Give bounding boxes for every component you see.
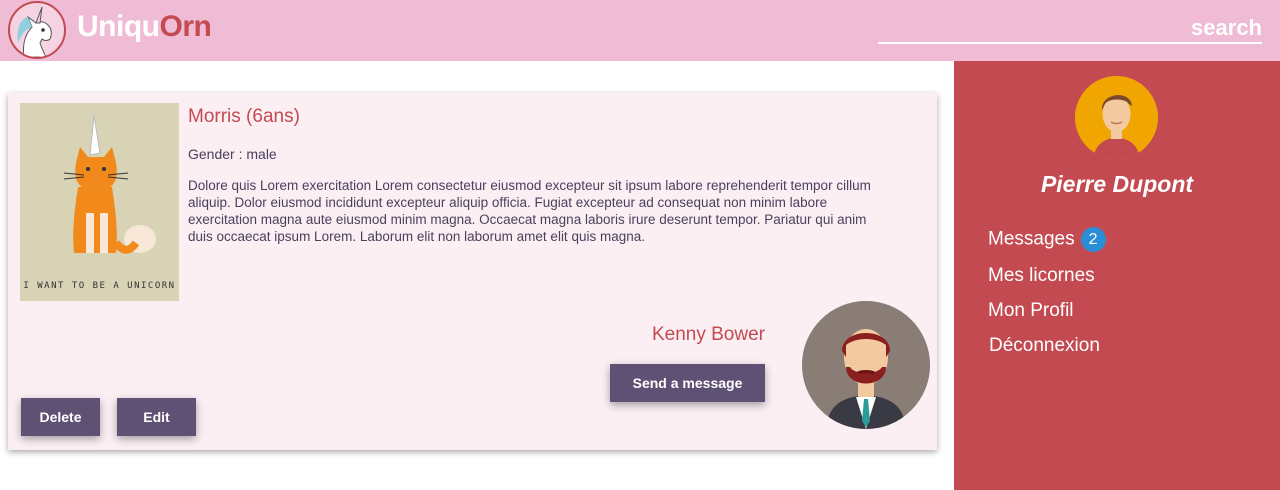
search-input[interactable] — [878, 14, 1262, 44]
messages-count-badge: 2 — [1080, 227, 1106, 252]
send-message-button[interactable]: Send a message — [610, 364, 765, 402]
top-header: UniquOrn — [0, 0, 1280, 61]
brand-name[interactable]: UniquOrn — [77, 10, 212, 44]
nav-deconnexion[interactable]: Déconnexion — [989, 335, 1100, 357]
user-name: Pierre Dupont — [1040, 171, 1194, 197]
unicorn-card: I WANT TO BE A UNICORN Morris (6ans) Gen… — [8, 93, 937, 450]
owner-name[interactable]: Kenny Bower — [608, 324, 765, 346]
pet-description: Dolore quis Lorem exercitation Lorem con… — [188, 178, 871, 244]
owner-avatar[interactable] — [802, 301, 930, 429]
pet-image: I WANT TO BE A UNICORN — [20, 103, 179, 301]
delete-button[interactable]: Delete — [21, 398, 100, 436]
pet-name: Morris (6ans) — [188, 106, 300, 127]
nav-mes-licornes[interactable]: Mes licornes — [988, 265, 1095, 287]
unicorn-logo-icon[interactable] — [8, 1, 66, 59]
nav-messages[interactable]: Messages 2 — [988, 227, 1106, 252]
pet-gender: Gender : male — [188, 146, 277, 162]
image-caption: I WANT TO BE A UNICORN — [23, 281, 176, 291]
brand-name-part2: Orn — [159, 10, 212, 43]
nav-messages-label: Messages — [988, 228, 1075, 250]
user-avatar[interactable] — [1075, 76, 1158, 159]
nav-mon-profil[interactable]: Mon Profil — [988, 300, 1074, 322]
edit-button[interactable]: Edit — [117, 398, 196, 436]
cat-unicorn-illustration — [20, 103, 179, 301]
brand-name-part1: Uniqu — [77, 10, 160, 43]
user-sidebar: Pierre Dupont Messages 2 Mes licornes Mon… — [954, 61, 1280, 490]
